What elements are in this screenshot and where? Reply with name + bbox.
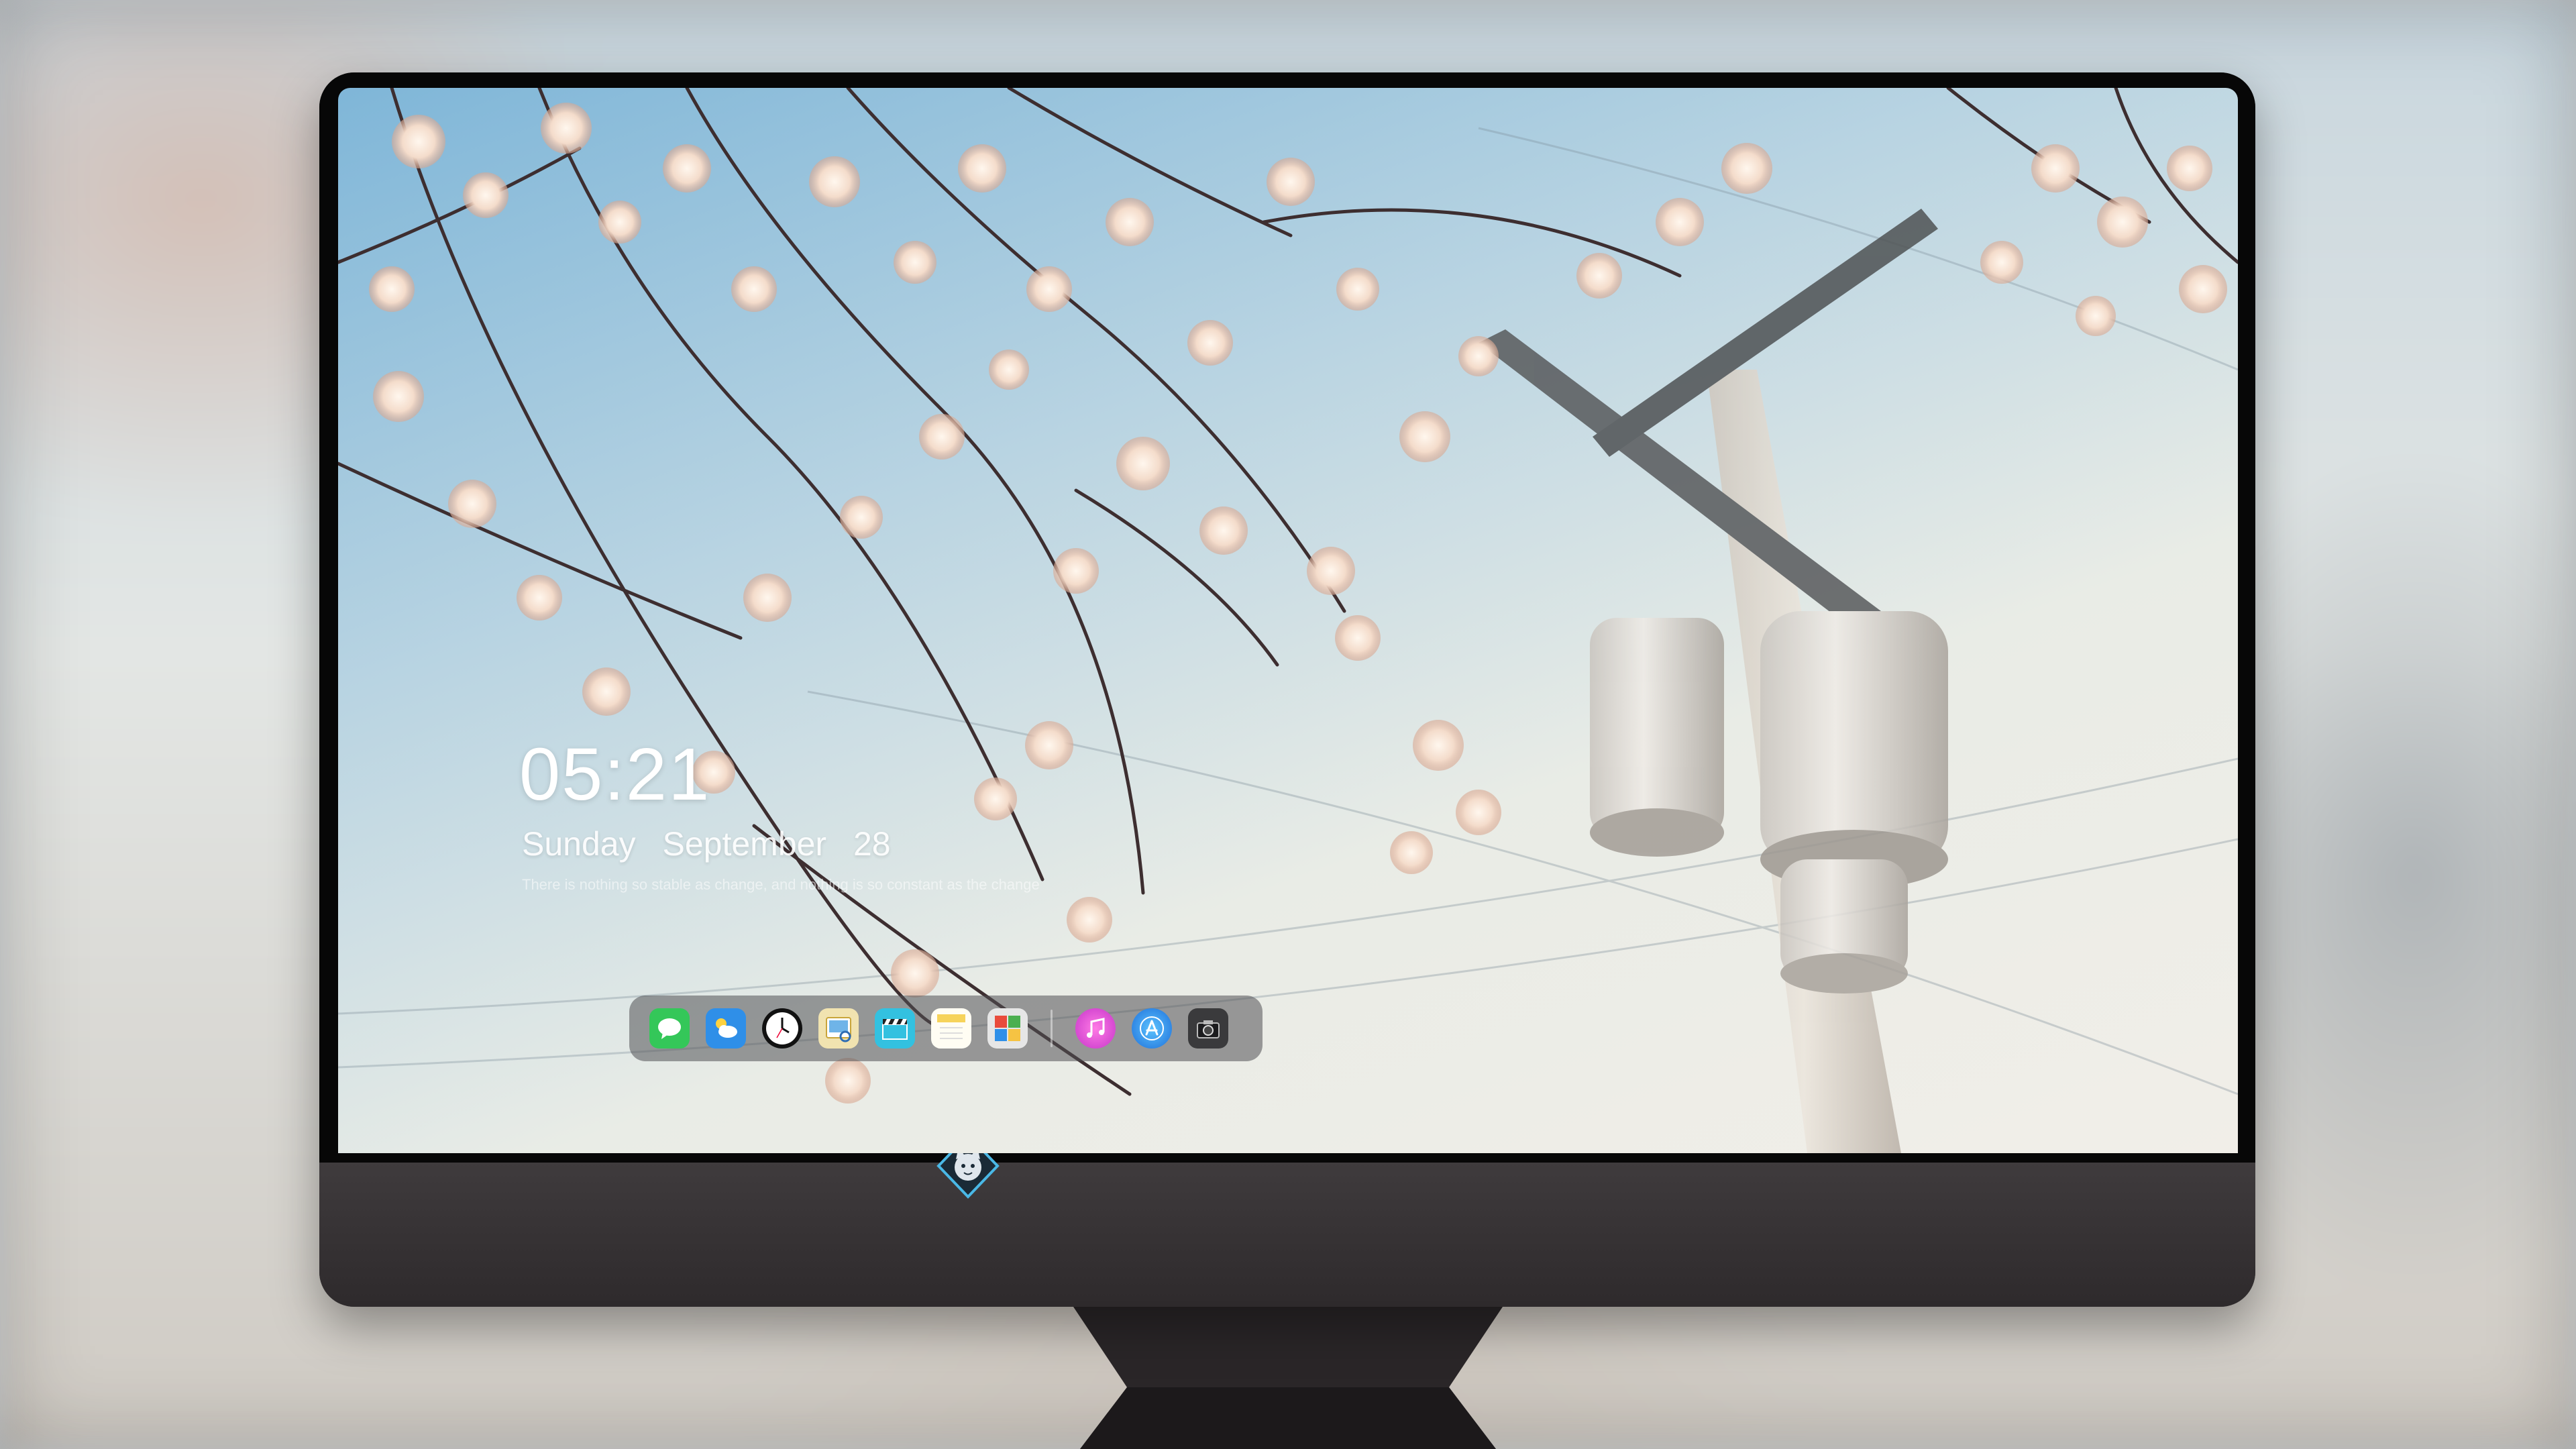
- monitor-chin: [319, 1163, 2255, 1307]
- desktop-screen: 05:21 Sunday September 28 There is nothi…: [338, 88, 2238, 1153]
- dock-app-notes[interactable]: [931, 1008, 971, 1049]
- cloud-sun-icon: [716, 1018, 737, 1038]
- dock-app-photo-booth[interactable]: [987, 1008, 1028, 1049]
- dock-separator: [1051, 1010, 1053, 1047]
- dock-app-video-editor[interactable]: [875, 1008, 915, 1049]
- photo-viewer-icon: [826, 1017, 851, 1042]
- dock-app-music[interactable]: [1075, 1008, 1116, 1049]
- lock-quote: There is nothing so stable as change, an…: [522, 876, 1040, 893]
- app-store-icon: [1140, 1016, 1164, 1040]
- date-weekday: Sunday: [522, 825, 636, 863]
- clock-icon: [766, 1012, 798, 1044]
- music-note-icon: [1087, 1018, 1105, 1038]
- dock: [629, 996, 1263, 1061]
- lock-clock: 05:21: [519, 733, 711, 816]
- message-bubble-icon: [658, 1018, 681, 1039]
- dock-app-clock[interactable]: [762, 1008, 802, 1049]
- date-month: September: [662, 825, 827, 863]
- camera-icon: [1197, 1020, 1220, 1038]
- photo-grid-icon: [995, 1016, 1020, 1041]
- notepad-icon: [937, 1014, 965, 1039]
- lock-date: Sunday September 28: [522, 824, 908, 863]
- dock-app-app-store[interactable]: [1132, 1008, 1172, 1049]
- wallpaper-cherry-blossom: [338, 88, 2238, 1153]
- dock-app-camera[interactable]: [1188, 1008, 1228, 1049]
- clapperboard-icon: [882, 1019, 908, 1040]
- monitor-stand: [1073, 1307, 1503, 1449]
- date-day: 28: [853, 825, 891, 863]
- dock-app-preview[interactable]: [818, 1008, 859, 1049]
- dock-app-weather[interactable]: [706, 1008, 746, 1049]
- dock-app-messages[interactable]: [649, 1008, 690, 1049]
